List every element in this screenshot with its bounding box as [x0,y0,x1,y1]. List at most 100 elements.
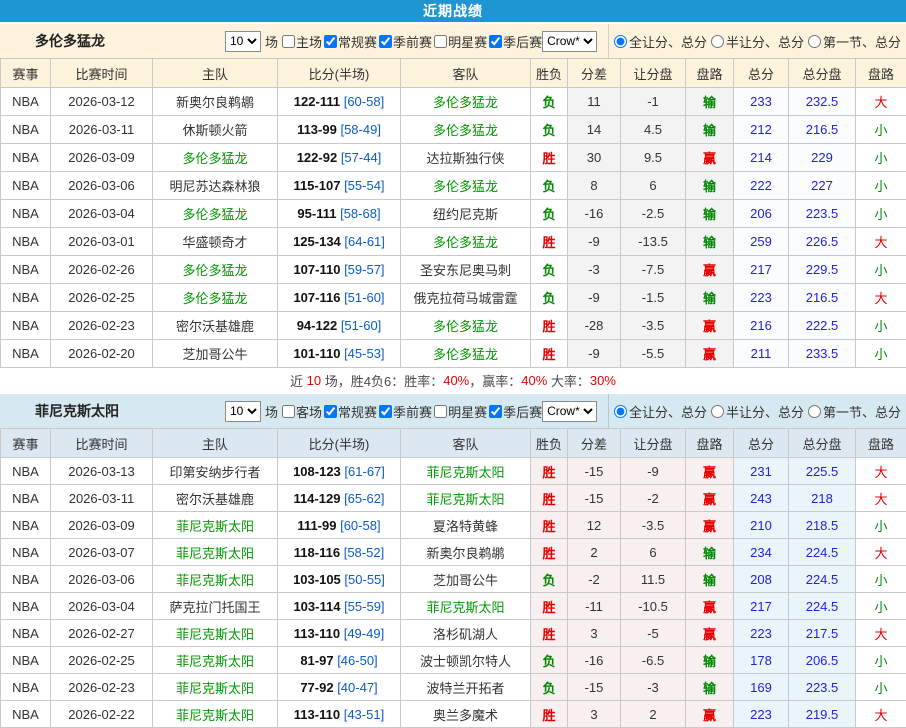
opponent-select[interactable]: Crow* [542,31,597,52]
cell-point-diff: -9 [568,284,621,312]
score-fulltime: 125-134 [293,234,341,249]
cell-total-points: 212 [734,116,789,144]
cell-date: 2026-02-25 [51,284,153,312]
cell-away-team: 菲尼克斯太阳 [401,485,531,512]
score-fulltime: 113-110 [294,626,340,641]
radio-input[interactable] [711,35,724,48]
cell-date: 2026-03-09 [51,144,153,172]
cell-score: 122-111 [60-58] [278,88,401,116]
column-header: 比赛时间 [51,429,153,458]
stat-mode-radio[interactable]: 全让分、总分 [614,402,707,421]
filter-checkbox[interactable]: 明星赛 [432,32,487,51]
radio-input[interactable] [614,405,627,418]
cell-handicap-result: 输 [686,647,734,674]
cell-away-team: 菲尼克斯太阳 [401,458,531,485]
games-count-select[interactable]: 10 [225,31,261,52]
cell-total-points: 234 [734,539,789,566]
stat-mode-radio[interactable]: 半让分、总分 [711,32,804,51]
score-halftime: [58-68] [340,206,380,221]
cell-handicap-line: -6.5 [621,647,686,674]
cell-total-line: 218.5 [789,512,856,539]
cell-total-line: 217.5 [789,620,856,647]
checkbox-input[interactable] [379,35,392,48]
games-count-select[interactable]: 10 [225,401,261,422]
checkbox-input[interactable] [434,405,447,418]
stat-mode-radio[interactable]: 半让分、总分 [711,402,804,421]
cell-home-team: 萨克拉门托国王 [153,593,278,620]
cell-away-team: 菲尼克斯太阳 [401,593,531,620]
cell-over-under: 大 [856,284,906,312]
cell-win-lose: 负 [531,88,568,116]
filter-checkbox[interactable]: 季后赛 [487,32,542,51]
cell-league: NBA [1,593,51,620]
filter-checkbox[interactable]: 常规赛 [322,32,377,51]
radio-input[interactable] [808,35,821,48]
cell-point-diff: -15 [568,485,621,512]
cell-total-points: 178 [734,647,789,674]
cell-total-points: 259 [734,228,789,256]
score-fulltime: 107-116 [293,290,340,305]
filter-checkbox[interactable]: 季前赛 [377,402,432,421]
checkbox-input[interactable] [434,35,447,48]
cell-score: 113-99 [58-49] [278,116,401,144]
cell-point-diff: 2 [568,539,621,566]
radio-input[interactable] [711,405,724,418]
column-header: 主队 [153,59,278,88]
cell-point-diff: -15 [568,458,621,485]
cell-total-points: 210 [734,512,789,539]
table-row: NBA 2026-02-22 菲尼克斯太阳 113-110 [43-51] 奥兰… [1,701,906,728]
checkbox-input[interactable] [282,405,295,418]
table-row: NBA 2026-03-04 多伦多猛龙 95-111 [58-68] 纽约尼克… [1,200,906,228]
cell-over-under: 小 [856,512,906,539]
cell-away-team: 新奥尔良鹈鹕 [401,539,531,566]
checkbox-input[interactable] [489,35,502,48]
filter-checkbox[interactable]: 明星赛 [432,402,487,421]
cell-handicap-line: -10.5 [621,593,686,620]
cell-total-points: 231 [734,458,789,485]
table-row: NBA 2026-02-25 多伦多猛龙 107-116 [51-60] 俄克拉… [1,284,906,312]
table-row: NBA 2026-03-04 萨克拉门托国王 103-114 [55-59] 菲… [1,593,906,620]
radio-label: 半让分、总分 [726,32,804,51]
filter-checkbox[interactable]: 主场 [280,32,322,51]
checkbox-input[interactable] [489,405,502,418]
radio-input[interactable] [614,35,627,48]
opponent-select[interactable]: Crow* [542,401,597,422]
cell-total-points: 169 [734,674,789,701]
checkbox-input[interactable] [324,405,337,418]
filter-checkbox[interactable]: 季前赛 [377,32,432,51]
cell-score: 107-116 [51-60] [278,284,401,312]
checkbox-label: 季后赛 [503,32,542,51]
cell-date: 2026-02-23 [51,312,153,340]
stat-mode-radio[interactable]: 第一节、总分 [808,402,901,421]
cell-total-line: 225.5 [789,458,856,485]
cell-handicap-result: 输 [686,539,734,566]
cell-total-points: 223 [734,620,789,647]
summary-segment: 10 [307,373,321,388]
cell-home-team: 菲尼克斯太阳 [153,701,278,728]
filter-checkbox[interactable]: 季后赛 [487,402,542,421]
cell-home-team: 明尼苏达森林狼 [153,172,278,200]
cell-handicap-line: 6 [621,172,686,200]
column-header: 分差 [568,429,621,458]
cell-date: 2026-03-04 [51,200,153,228]
cell-over-under: 小 [856,256,906,284]
score-fulltime: 95-111 [297,206,336,221]
score-halftime: [55-54] [344,178,384,193]
filter-checkbox[interactable]: 客场 [280,402,322,421]
stat-mode-radio[interactable]: 第一节、总分 [808,32,901,51]
cell-over-under: 大 [856,458,906,485]
stat-mode-radio[interactable]: 全让分、总分 [614,32,707,51]
filter-checkbox[interactable]: 常规赛 [322,402,377,421]
stat-mode-radios: 全让分、总分半让分、总分第一节、总分 [608,394,906,428]
cell-win-lose: 负 [531,674,568,701]
radio-input[interactable] [808,405,821,418]
cell-total-line: 219.5 [789,701,856,728]
table-row: NBA 2026-03-11 休斯顿火箭 113-99 [58-49] 多伦多猛… [1,116,906,144]
cell-league: NBA [1,620,51,647]
cell-over-under: 大 [856,88,906,116]
checkbox-input[interactable] [282,35,295,48]
cell-total-line: 232.5 [789,88,856,116]
checkbox-input[interactable] [379,405,392,418]
checkbox-input[interactable] [324,35,337,48]
cell-date: 2026-03-11 [51,116,153,144]
